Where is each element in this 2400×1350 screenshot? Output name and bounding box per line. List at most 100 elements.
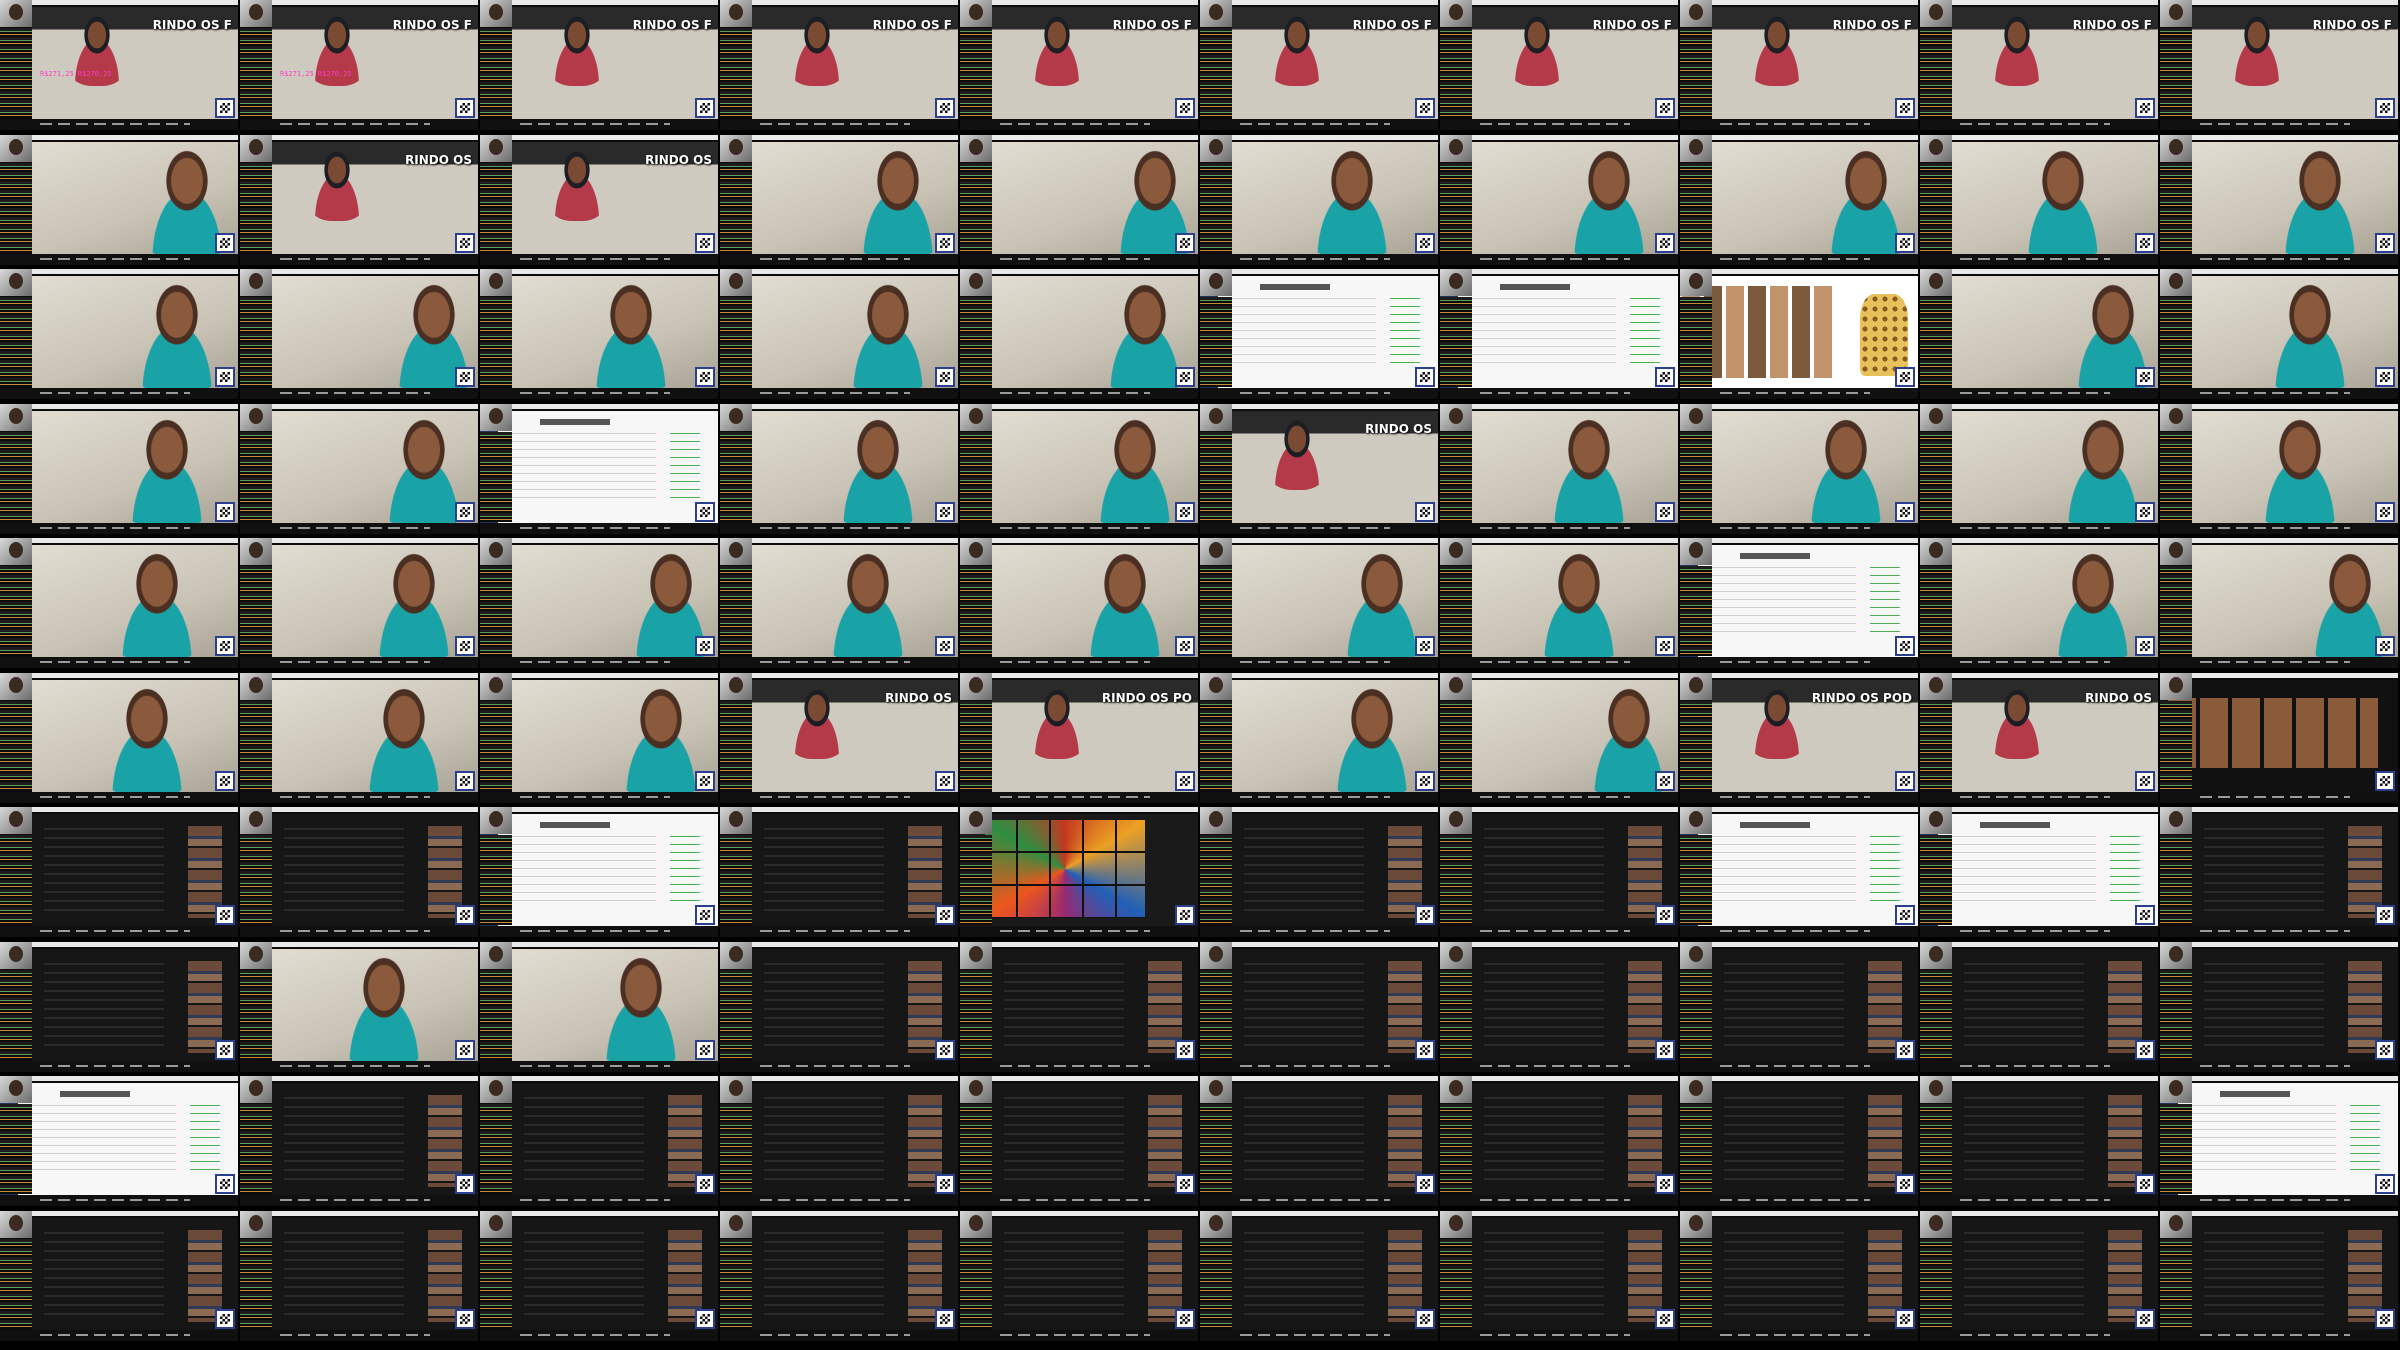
facecam-avatar	[240, 807, 272, 834]
browser-top-strip	[480, 135, 718, 140]
browser-top-strip	[960, 673, 1198, 678]
player-bottom-bar	[1440, 792, 1678, 803]
player-bottom-bar	[1200, 1195, 1438, 1206]
player-bottom-bar	[0, 792, 238, 803]
browser-top-strip	[960, 404, 1198, 409]
qr-code-icon	[1415, 367, 1435, 387]
facecam-avatar	[1680, 0, 1712, 27]
player-bottom-bar	[1920, 657, 2158, 668]
qr-code-icon	[935, 1174, 955, 1194]
page-rows	[1226, 298, 1376, 368]
browser-top-strip	[240, 673, 478, 678]
facecam-avatar	[1200, 0, 1232, 27]
video-frame-tile	[2160, 135, 2398, 265]
light-web-page-frame	[0, 1083, 238, 1195]
webcam-frame	[752, 545, 958, 663]
page-rows	[44, 1232, 164, 1320]
page-rows	[1706, 567, 1856, 637]
chat-strip	[2160, 28, 2192, 118]
facecam-avatar	[720, 538, 752, 565]
player-bottom-bar	[960, 657, 1198, 668]
facecam-avatar	[960, 404, 992, 431]
webcam-frame	[1472, 411, 1678, 529]
streamer-figure	[1262, 11, 1332, 86]
facecam-avatar	[0, 1076, 32, 1103]
video-frame-tile: RINDO OS F	[1200, 0, 1438, 130]
browser-top-strip	[960, 135, 1198, 140]
video-frame-tile	[720, 269, 958, 399]
player-bottom-bar	[1440, 926, 1678, 937]
qr-code-icon	[2135, 1174, 2155, 1194]
facecam-avatar	[0, 1211, 32, 1238]
chat-strip	[240, 297, 272, 387]
player-bottom-bar	[1920, 388, 2158, 399]
browser-top-strip	[1200, 1076, 1438, 1081]
video-frame-tile	[1680, 1211, 1918, 1341]
facecam-avatar	[720, 0, 752, 27]
qr-code-icon	[2135, 1040, 2155, 1060]
video-frame-tile: RINDO OS F	[2160, 0, 2398, 130]
dark-web-page-frame	[32, 949, 238, 1061]
qr-code-icon	[1175, 502, 1195, 522]
player-bottom-bar	[720, 1061, 958, 1072]
light-web-page-frame	[480, 814, 718, 926]
browser-top-strip	[1440, 0, 1678, 5]
player-bottom-bar	[2160, 1195, 2398, 1206]
facecam-avatar	[2160, 807, 2192, 834]
player-bottom-bar	[960, 1330, 1198, 1341]
chat-strip	[240, 432, 272, 522]
page-rows	[1724, 963, 1844, 1051]
page-hdr	[1980, 822, 2050, 828]
player-bottom-bar	[720, 523, 958, 534]
browser-top-strip	[0, 1076, 238, 1081]
player-bottom-bar	[1200, 119, 1438, 130]
qr-code-icon	[1655, 771, 1675, 791]
qr-code-icon	[1655, 1309, 1675, 1329]
chat-strip	[0, 28, 32, 118]
dark-gallery-frame	[2160, 680, 2398, 792]
page-greens	[190, 1105, 220, 1175]
qr-code-icon	[1415, 502, 1435, 522]
player-bottom-bar	[0, 1195, 238, 1206]
browser-top-strip	[1200, 135, 1438, 140]
page-rows	[506, 836, 656, 906]
stream-title-overlay: RINDO OS F	[2072, 18, 2152, 32]
qr-code-icon	[1415, 98, 1435, 118]
facecam-avatar	[1680, 1211, 1712, 1238]
page-greens	[1870, 836, 1900, 906]
stream-title-overlay: RINDO OS F	[2312, 18, 2392, 32]
player-bottom-bar	[1200, 1061, 1438, 1072]
player-bottom-bar	[0, 657, 238, 668]
qr-code-icon	[1895, 1174, 1915, 1194]
chat-strip	[720, 432, 752, 522]
chat-strip	[0, 432, 32, 522]
dark-web-page-frame	[1712, 1218, 1918, 1330]
chat-strip	[960, 701, 992, 791]
facecam-avatar	[720, 1076, 752, 1103]
dark-web-page-frame	[1952, 1218, 2158, 1330]
facecam-avatar	[240, 135, 272, 162]
chat-strip	[1440, 432, 1472, 522]
chat-strip	[2160, 1104, 2192, 1194]
page-rows	[764, 828, 884, 916]
video-frame-tile	[1440, 807, 1678, 937]
streamer-figure	[542, 146, 612, 221]
page-rows	[1706, 836, 1856, 906]
facecam-avatar	[0, 538, 32, 565]
streamer-figure	[102, 553, 212, 663]
chat-strip	[1440, 701, 1472, 791]
qr-code-icon	[1415, 636, 1435, 656]
page-rows	[1244, 1232, 1364, 1320]
webcam-frame	[32, 411, 238, 529]
light-web-page-frame	[1440, 276, 1678, 388]
qr-code-icon	[1655, 98, 1675, 118]
browser-top-strip	[0, 538, 238, 543]
chat-strip	[480, 432, 512, 522]
player-bottom-bar	[1440, 1330, 1678, 1341]
chat-strip	[720, 297, 752, 387]
qr-code-icon	[935, 636, 955, 656]
browser-top-strip	[960, 0, 1198, 5]
video-frame-tile	[0, 673, 238, 803]
video-frame-tile: RINDO OS F	[1680, 0, 1918, 130]
video-frame-tile	[960, 135, 1198, 265]
